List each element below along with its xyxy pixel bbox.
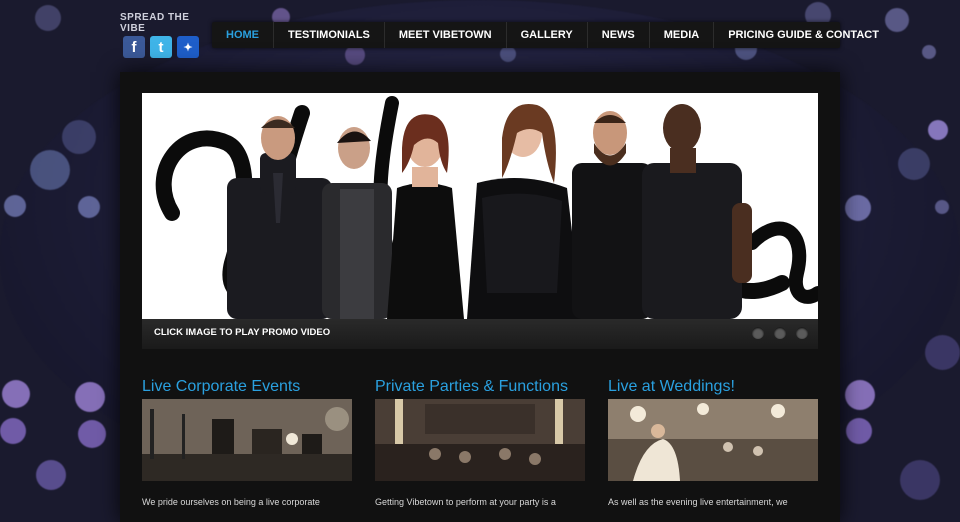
slider-dot-1[interactable] (752, 327, 764, 339)
section-title[interactable]: Live at Weddings! (608, 377, 818, 397)
band-member-3 (387, 114, 464, 319)
section-title[interactable]: Live Corporate Events (142, 377, 352, 397)
section-thumbnail[interactable] (608, 399, 818, 481)
slider-dot-2[interactable] (774, 327, 786, 339)
section-text: We pride ourselves on being a live corpo… (142, 497, 320, 507)
slider-dot-3[interactable] (796, 327, 808, 339)
section-thumbnail[interactable] (375, 399, 585, 481)
social-bar: SPREAD THE VIBE f t ✦ (120, 12, 212, 58)
social-label: SPREAD THE VIBE (120, 12, 190, 34)
band-member-4 (467, 103, 582, 319)
section-corporate: Live Corporate Events We pride ourselves… (142, 377, 352, 507)
band-photo (227, 103, 752, 319)
nav-item-home[interactable]: HOME (212, 22, 274, 48)
facebook-icon[interactable]: f (123, 36, 145, 58)
nav-item-news[interactable]: NEWS (588, 22, 650, 48)
content-panel: CLICK IMAGE TO PLAY PROMO VIDEO Live Cor… (120, 72, 840, 522)
band-member-2 (322, 127, 392, 319)
section-text: As well as the evening live entertainmen… (608, 497, 788, 507)
hero-promo-image[interactable] (142, 93, 818, 319)
nav-item-gallery[interactable]: GALLERY (507, 22, 588, 48)
section-text: Getting Vibetown to perform at your part… (375, 497, 556, 507)
nav-item-pricing-contact[interactable]: PRICING GUIDE & CONTACT (714, 22, 893, 48)
band-member-6 (642, 104, 752, 319)
page-wrapper: SPREAD THE VIBE f t ✦ HOME TESTIMONIALS … (120, 0, 879, 522)
section-private-parties: Private Parties & Functions Getting Vibe… (375, 377, 585, 507)
nav-item-meet-vibetown[interactable]: MEET VIBETOWN (385, 22, 507, 48)
myspace-icon[interactable]: ✦ (177, 36, 199, 58)
party-photo (375, 399, 585, 481)
band-member-5 (572, 111, 652, 319)
nav-item-media[interactable]: MEDIA (650, 22, 715, 48)
stage-photo (142, 399, 352, 481)
section-thumbnail[interactable] (142, 399, 352, 481)
wedding-photo (608, 399, 818, 481)
hero-caption[interactable]: CLICK IMAGE TO PLAY PROMO VIDEO (154, 327, 330, 338)
section-weddings: Live at Weddings! As well as the evening… (608, 377, 818, 507)
nav-item-testimonials[interactable]: TESTIMONIALS (274, 22, 385, 48)
main-nav: HOME TESTIMONIALS MEET VIBETOWN GALLERY … (212, 22, 879, 48)
band-member-1 (227, 116, 332, 319)
slider-pagination (752, 327, 808, 339)
twitter-icon[interactable]: t (150, 36, 172, 58)
section-title[interactable]: Private Parties & Functions (375, 377, 585, 397)
hero-caption-bar: CLICK IMAGE TO PLAY PROMO VIDEO (142, 319, 818, 349)
